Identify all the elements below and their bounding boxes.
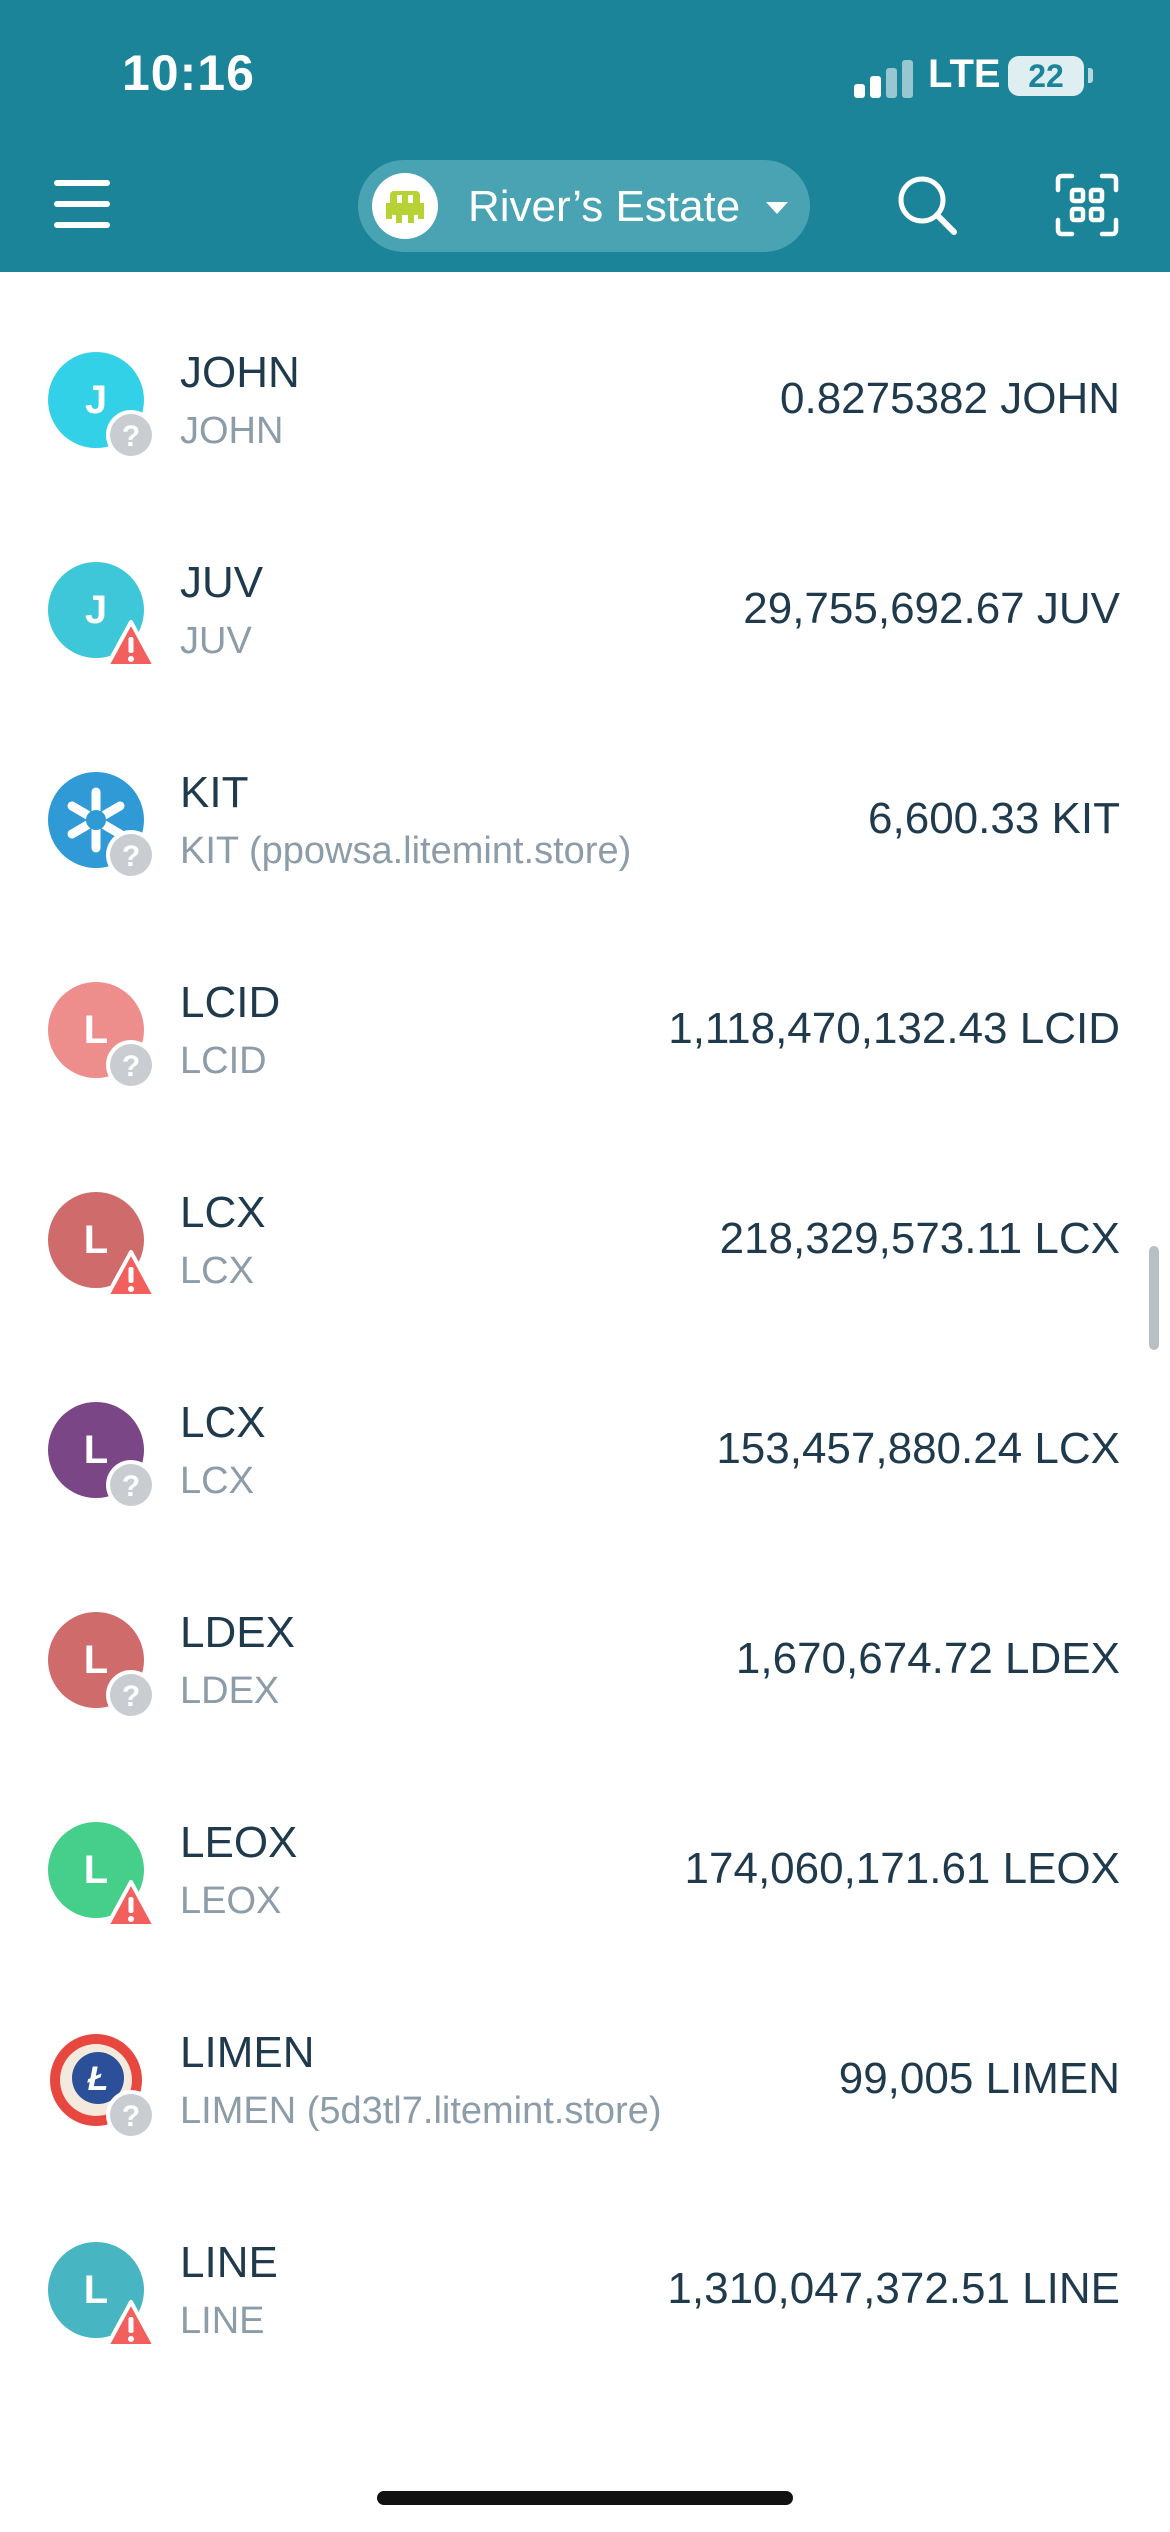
- token-row[interactable]: ? KIT KIT (ppowsa.litemint.store) 6,600.33 …: [0, 692, 1170, 902]
- warning-badge-icon: [104, 618, 158, 672]
- token-balance: 153,457,880.24 LCX: [716, 1424, 1120, 1473]
- svg-text:?: ?: [122, 1680, 140, 1713]
- token-balance: 29,755,692.67 JUV: [743, 584, 1120, 633]
- token-subtitle: LDEX: [180, 1670, 280, 1712]
- token-balance: 1,670,674.72 LDEX: [735, 1634, 1120, 1683]
- token-subtitle: LCID: [180, 1040, 267, 1082]
- token-subtitle: LEOX: [180, 1880, 282, 1922]
- scrollbar[interactable]: [1149, 1246, 1159, 1350]
- token-row[interactable]: J JUV JUV 29,755,692.67 JUV: [0, 482, 1170, 692]
- status-time: 10:16: [122, 45, 255, 101]
- home-indicator[interactable]: [377, 2491, 793, 2505]
- token-name: JOHN: [180, 348, 300, 397]
- warning-badge-icon: [104, 1248, 158, 1302]
- token-row[interactable]: L? LCX LCX 153,457,880.24 LCX: [0, 1322, 1170, 1532]
- token-row[interactable]: Ł? LIMEN LIMEN (5d3tl7.litemint.store) 99,0…: [0, 1952, 1170, 2162]
- token-balance: 0.8275382 JOHN: [780, 374, 1120, 423]
- token-balance: 1,310,047,372.51 LINE: [667, 2264, 1120, 2313]
- battery-nub: [1088, 68, 1093, 83]
- token-row[interactable]: L LCX LCX 218,329,573.11 LCX: [0, 1112, 1170, 1322]
- token-subtitle: LINE: [180, 2300, 265, 2342]
- question-badge-icon: ?: [104, 1668, 158, 1722]
- chevron-down-icon: [766, 202, 788, 214]
- svg-text:?: ?: [122, 2100, 140, 2133]
- question-badge-icon: ?: [104, 1038, 158, 1092]
- svg-text:?: ?: [122, 1470, 140, 1503]
- top-bar: 10:16 LTE 22 River’s Estate: [0, 0, 1170, 272]
- wallet-avatar-icon: [372, 173, 438, 239]
- token-name: LINE: [180, 2238, 278, 2287]
- token-balance: 1,118,470,132.43 LCID: [668, 1004, 1120, 1053]
- token-name: LCX: [180, 1398, 266, 1447]
- search-icon[interactable]: [894, 172, 960, 238]
- token-subtitle: LIMEN (5d3tl7.litemint.store): [180, 2090, 662, 2132]
- scan-qr-icon[interactable]: [1054, 172, 1120, 238]
- signal-icon: [854, 58, 914, 98]
- question-badge-icon: ?: [104, 408, 158, 462]
- token-subtitle: LCX: [180, 1460, 254, 1502]
- token-row[interactable]: L LINE LINE 1,310,047,372.51 LINE: [0, 2162, 1170, 2372]
- token-balance: 174,060,171.61 LEOX: [684, 1844, 1120, 1893]
- token-balance: 218,329,573.11 LCX: [719, 1214, 1120, 1263]
- token-subtitle: LCX: [180, 1250, 254, 1292]
- svg-text:?: ?: [122, 1050, 140, 1083]
- warning-badge-icon: [104, 2298, 158, 2352]
- token-name: JUV: [180, 558, 264, 607]
- token-row[interactable]: L? LCID LCID 1,118,470,132.43 LCID: [0, 902, 1170, 1112]
- token-name: KIT: [180, 768, 249, 817]
- token-subtitle: KIT (ppowsa.litemint.store): [180, 830, 632, 872]
- token-row[interactable]: L LEOX LEOX 174,060,171.61 LEOX: [0, 1742, 1170, 1952]
- wallet-selector[interactable]: River’s Estate: [358, 160, 810, 252]
- token-balance: 6,600.33 KIT: [868, 794, 1120, 843]
- token-name: LCX: [180, 1188, 266, 1237]
- question-badge-icon: ?: [104, 2088, 158, 2142]
- network-type: LTE: [928, 52, 1001, 96]
- token-name: LIMEN: [180, 2028, 315, 2077]
- token-subtitle: JOHN: [180, 410, 284, 452]
- wallet-name: River’s Estate: [468, 182, 741, 231]
- battery-icon: 22: [1008, 56, 1084, 96]
- token-row[interactable]: L? LDEX LDEX 1,670,674.72 LDEX: [0, 1532, 1170, 1742]
- token-name: LDEX: [180, 1608, 295, 1657]
- warning-badge-icon: [104, 1878, 158, 1932]
- token-row[interactable]: J? JOHN JOHN 0.8275382 JOHN: [0, 272, 1170, 482]
- question-badge-icon: ?: [104, 1458, 158, 1512]
- svg-text:?: ?: [122, 840, 140, 873]
- svg-text:?: ?: [122, 420, 140, 453]
- token-name: LCID: [180, 978, 281, 1027]
- token-name: LEOX: [180, 1818, 298, 1867]
- hamburger-menu-icon[interactable]: [54, 176, 110, 232]
- token-subtitle: JUV: [180, 620, 252, 662]
- token-balance: 99,005 LIMEN: [838, 2054, 1120, 2103]
- question-badge-icon: ?: [104, 828, 158, 882]
